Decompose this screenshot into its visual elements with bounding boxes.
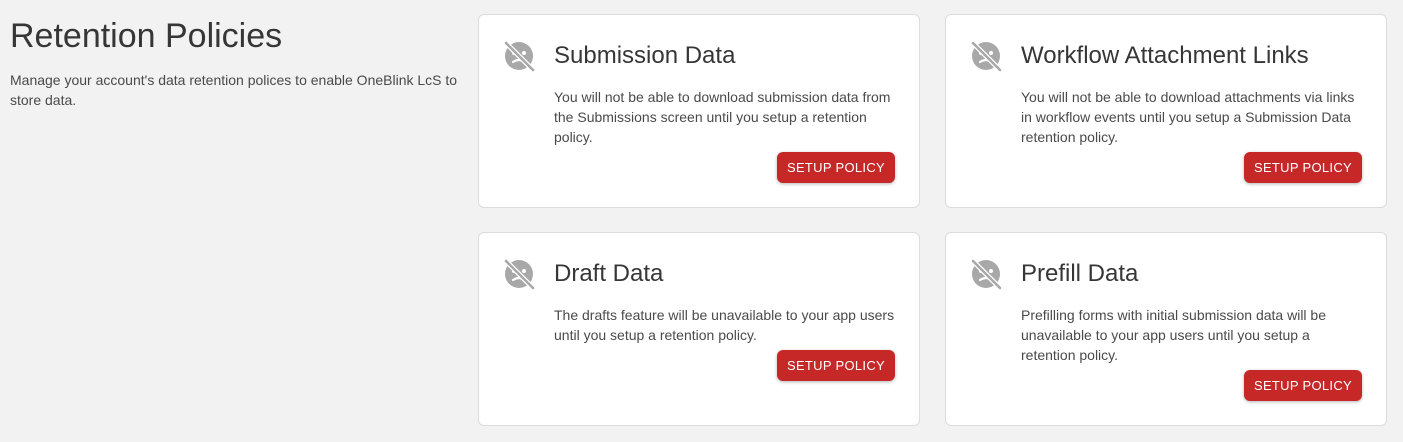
setup-policy-button[interactable]: SETUP POLICY <box>776 350 895 381</box>
page-description: Manage your account's data retention pol… <box>10 72 458 108</box>
card-title: Draft Data <box>554 260 664 287</box>
setup-policy-button[interactable]: SETUP POLICY <box>1243 152 1362 183</box>
card-title: Submission Data <box>554 42 736 69</box>
page-title: Retention Policies <box>10 17 283 55</box>
setup-policy-button[interactable]: SETUP POLICY <box>1243 370 1362 401</box>
card-prefill-data: Prefill Data Prefilling forms with initi… <box>945 232 1387 426</box>
face-off-icon <box>970 257 1004 291</box>
card-description: Prefilling forms with initial submission… <box>1021 307 1327 363</box>
card-description: You will not be able to download attachm… <box>1021 89 1355 145</box>
card-submission-data: Submission Data You will not be able to … <box>478 14 920 208</box>
card-workflow-attachment-links: Workflow Attachment Links You will not b… <box>945 14 1387 208</box>
card-description: The drafts feature will be unavailable t… <box>554 307 895 343</box>
face-off-icon <box>503 257 537 291</box>
face-off-icon <box>503 39 537 73</box>
card-title: Workflow Attachment Links <box>1021 42 1309 69</box>
card-description: You will not be able to download submiss… <box>554 89 891 145</box>
page-intro: Retention Policies Manage your account's… <box>10 16 460 110</box>
setup-policy-button[interactable]: SETUP POLICY <box>776 152 895 183</box>
card-title: Prefill Data <box>1021 260 1139 287</box>
card-draft-data: Draft Data The drafts feature will be un… <box>478 232 920 426</box>
face-off-icon <box>970 39 1004 73</box>
